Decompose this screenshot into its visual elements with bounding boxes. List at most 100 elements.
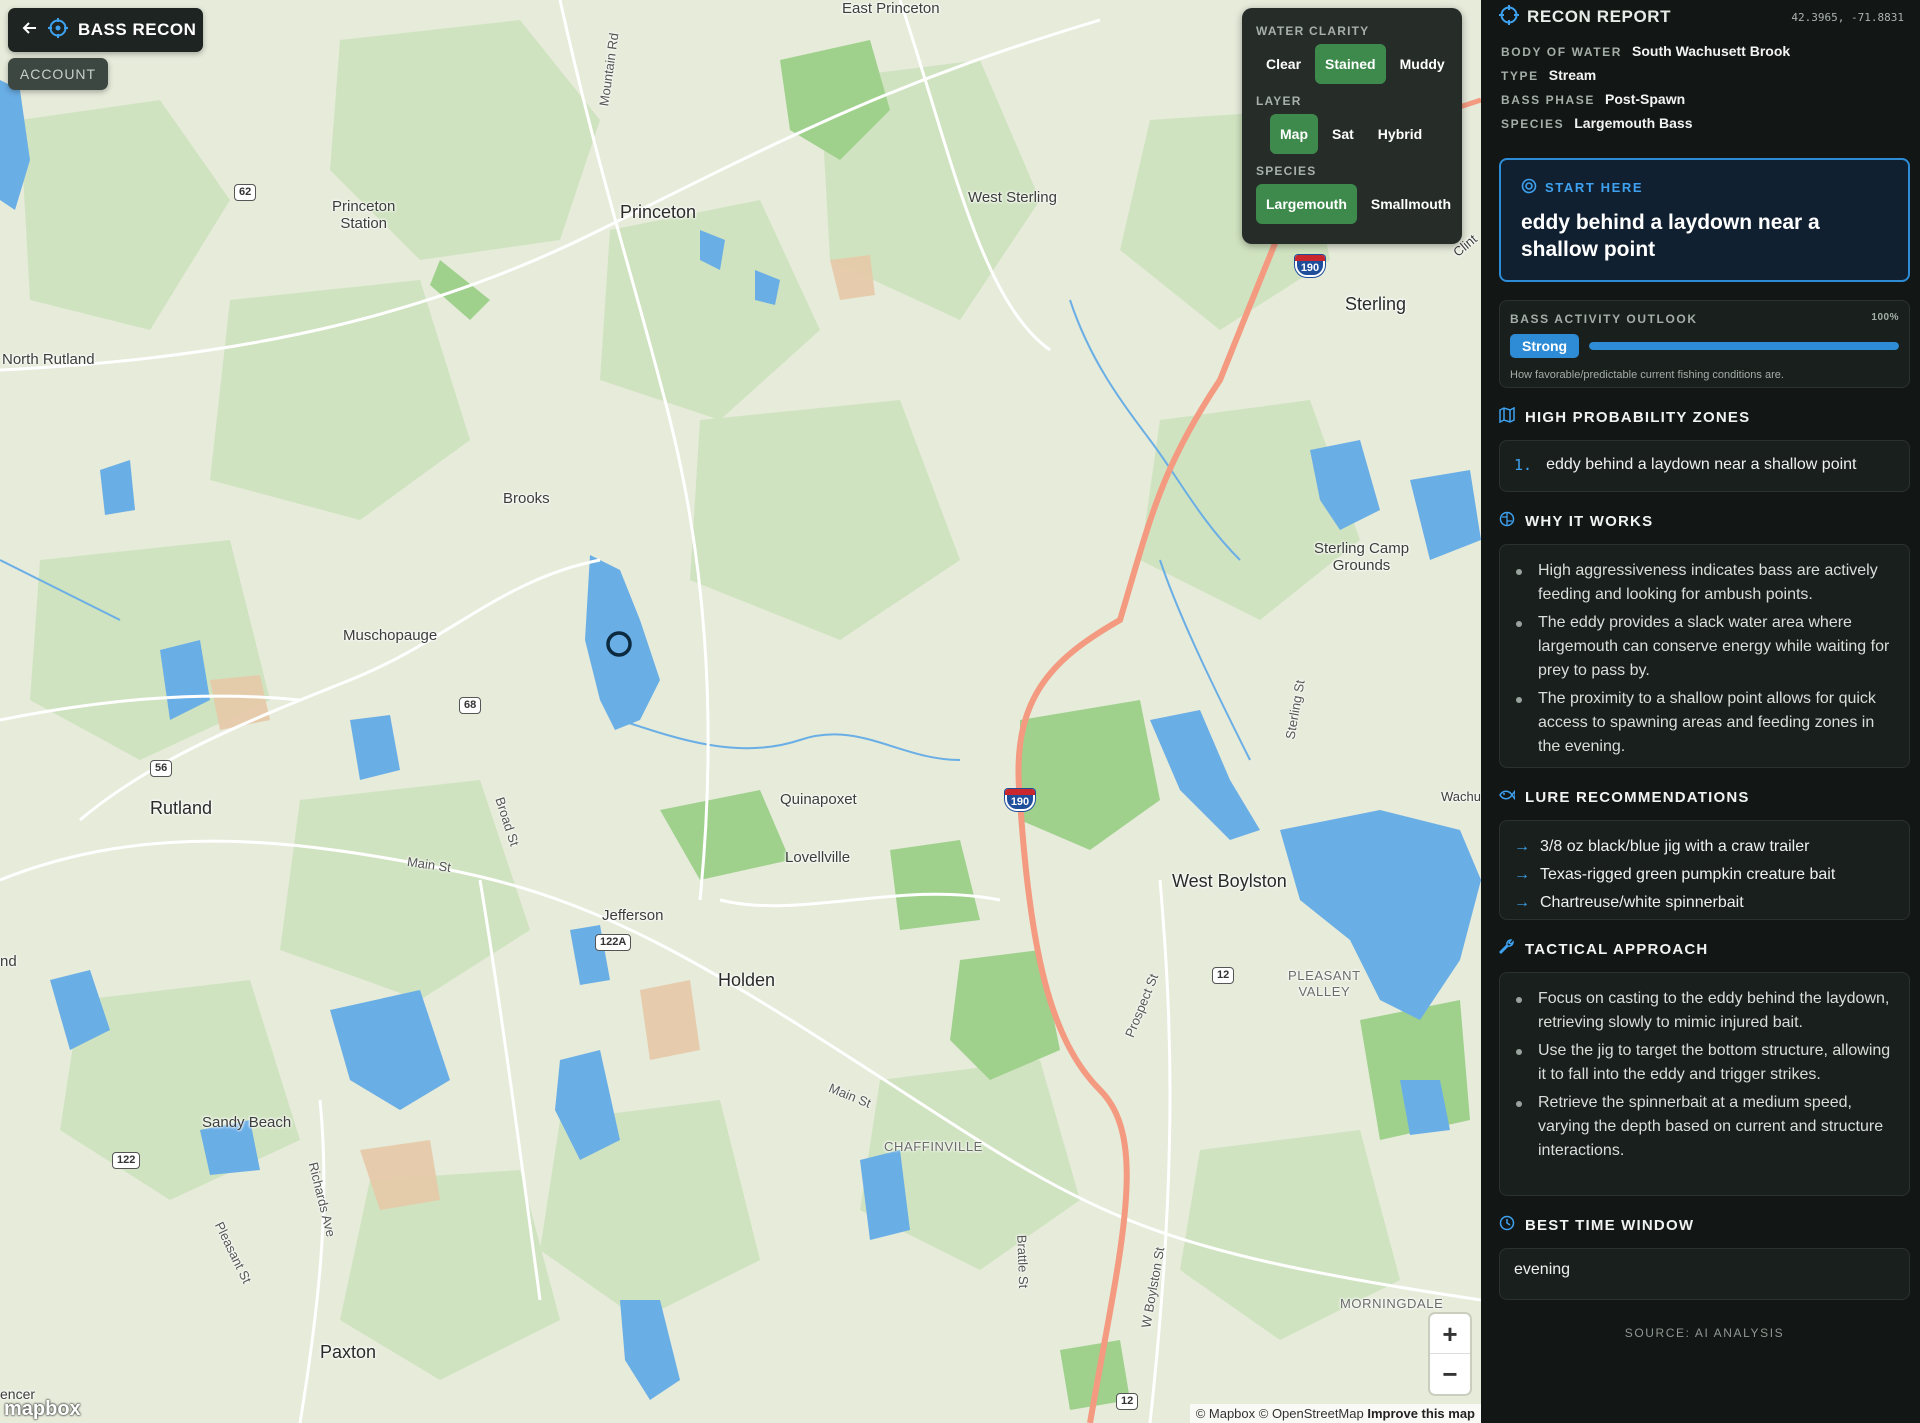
crosshair-icon [1499,4,1519,30]
why-list: High aggressiveness indicates bass are a… [1499,544,1910,768]
place-paxton: Paxton [320,1342,377,1362]
meta-bass-phase: BASS PHASE Post-Spawn [1501,91,1910,107]
species-toggle: Largemouth Smallmouth [1252,184,1452,224]
place-quinapoxet: Quinapoxet [780,791,857,808]
place-wachu: Wachu [1441,789,1481,804]
water-clarity-toggle: Clear Stained Muddy [1252,44,1452,84]
list-item[interactable]: 1. eddy behind a laydown near a shallow … [1514,453,1895,477]
lures-header: LURE RECOMMENDATIONS [1499,786,1910,808]
water-clarity-clear[interactable]: Clear [1256,44,1311,84]
zones-header: HIGH PROBABILITY ZONES [1499,406,1910,428]
place-east-princeton: East Princeton [842,0,940,17]
list-item: → Chartreuse/white spinnerbait [1514,889,1895,917]
target-icon [1521,178,1537,197]
report-title: RECON REPORT [1527,7,1672,26]
species-label: SPECIES [1256,164,1317,178]
route-shield-56: 56 [150,760,173,777]
zones-list: 1. eddy behind a laydown near a shallow … [1499,440,1910,492]
layer-sat[interactable]: Sat [1322,114,1364,154]
layer-map[interactable]: Map [1270,114,1318,154]
place-holden: Holden [718,970,776,990]
best-time-value: evening [1514,1261,1571,1278]
why-header: WHY IT WORKS [1499,510,1910,532]
outlook-rating-badge: Strong [1510,334,1580,358]
place-lovellville: Lovellville [785,849,851,866]
place-sterling-camp-grounds: Sterling Camp Grounds [1314,540,1410,574]
zone-text: eddy behind a laydown near a shallow poi… [1546,456,1857,473]
outlook-label: BASS ACTIVITY OUTLOOK [1510,312,1698,326]
place-morningdale: MORNINGDALE [1340,1296,1444,1311]
outlook-progress-bar [1589,342,1899,350]
meta-key: TYPE [1501,69,1539,83]
back-to-home-button[interactable]: BASS RECON [8,8,203,52]
place-chaffinville: CHAFFINVILLE [884,1139,983,1154]
clock-icon [1499,1215,1515,1235]
water-clarity-muddy[interactable]: Muddy [1390,44,1455,84]
mapbox-logo[interactable]: mapbox [4,1398,81,1421]
recon-report-panel: RECON REPORT 42.3965, -71.8831 BODY OF W… [1481,0,1920,1423]
list-item: → 3/8 oz black/blue jig with a craw trail… [1514,833,1895,861]
place-north-rutland: North Rutland [2,351,95,368]
layer-hybrid[interactable]: Hybrid [1368,114,1432,154]
brand-name: BASS RECON [78,20,197,39]
map-canvas[interactable]: East Princeton Princeton Station Princet… [0,0,1481,1423]
list-item: Use the jig to target the bottom structu… [1514,1039,1895,1087]
outlook-note: How favorable/predictable current fishin… [1510,369,1784,381]
account-button[interactable]: ACCOUNT [8,58,108,90]
place-nd: nd [0,953,17,970]
place-west-boylston: West Boylston [1172,871,1287,891]
species-smallmouth[interactable]: Smallmouth [1361,184,1461,224]
why-title: WHY IT WORKS [1525,512,1654,530]
attribution-text[interactable]: © Mapbox © OpenStreetMap [1196,1406,1364,1421]
species-largemouth[interactable]: Largemouth [1256,184,1357,224]
meta-species: SPECIES Largemouth Bass [1501,115,1910,131]
list-item: Retrieve the spinnerbait at a medium spe… [1514,1091,1895,1163]
fish-icon [1499,787,1516,807]
brain-icon [1499,511,1515,531]
place-muschopauge: Muschopauge [343,627,438,644]
best-time-title: BEST TIME WINDOW [1525,1216,1695,1234]
list-item: Focus on casting to the eddy behind the … [1514,987,1895,1035]
lure-text: 3/8 oz black/blue jig with a craw traile… [1540,838,1810,855]
improve-map-link[interactable]: Improve this map [1367,1406,1475,1421]
zoom-out-button[interactable]: − [1430,1354,1470,1394]
crosshair-logo-icon [48,17,68,43]
meta-value: Stream [1548,67,1597,83]
water-clarity-stained[interactable]: Stained [1315,44,1386,84]
tactics-title: TACTICAL APPROACH [1525,940,1709,958]
interstate-shield-190-north: 190 [1295,255,1325,277]
meta-value: Largemouth Bass [1574,115,1693,131]
tactics-header: TACTICAL APPROACH [1498,938,1910,960]
route-shield-122a: 122A [595,934,632,951]
map-icon [1499,406,1515,427]
map-filter-panel: WATER CLARITY Clear Stained Muddy LAYER … [1242,8,1462,244]
place-princeton-station: Princeton Station [332,198,396,232]
outlook-progress-fill [1589,342,1899,350]
route-shield-12-north: 12 [1212,967,1235,984]
arrow-icon: → [1514,894,1530,911]
zone-number: 1. [1514,456,1533,474]
wrench-icon [1498,939,1515,959]
map-attribution: © Mapbox © OpenStreetMap Improve this ma… [1189,1404,1481,1423]
place-princeton: Princeton [620,202,697,222]
zoom-control: + − [1430,1314,1470,1394]
meta-key: SPECIES [1501,117,1565,131]
place-jefferson: Jefferson [602,907,664,924]
lures-title: LURE RECOMMENDATIONS [1525,788,1750,806]
zoom-in-button[interactable]: + [1430,1314,1470,1354]
best-time-header: BEST TIME WINDOW [1499,1214,1910,1236]
zones-title: HIGH PROBABILITY ZONES [1525,408,1751,426]
arrow-icon: → [1514,866,1530,883]
place-sandy-beach: Sandy Beach [202,1114,292,1131]
road-brattle-st: Brattle St [1014,1234,1032,1289]
lure-text: Texas-rigged green pumpkin creature bait [1540,866,1836,883]
list-item: The proximity to a shallow point allows … [1514,687,1895,759]
lures-list: → 3/8 oz black/blue jig with a craw trail… [1499,820,1910,920]
best-time-box: evening [1499,1248,1910,1300]
place-west-sterling: West Sterling [968,189,1057,206]
tactics-list: Focus on casting to the eddy behind the … [1499,972,1910,1196]
start-here-label: START HERE [1545,180,1644,195]
place-sterling: Sterling [1345,294,1407,314]
water-clarity-label: WATER CLARITY [1256,24,1370,38]
start-here-text: eddy behind a laydown near a shallow poi… [1521,211,1820,261]
